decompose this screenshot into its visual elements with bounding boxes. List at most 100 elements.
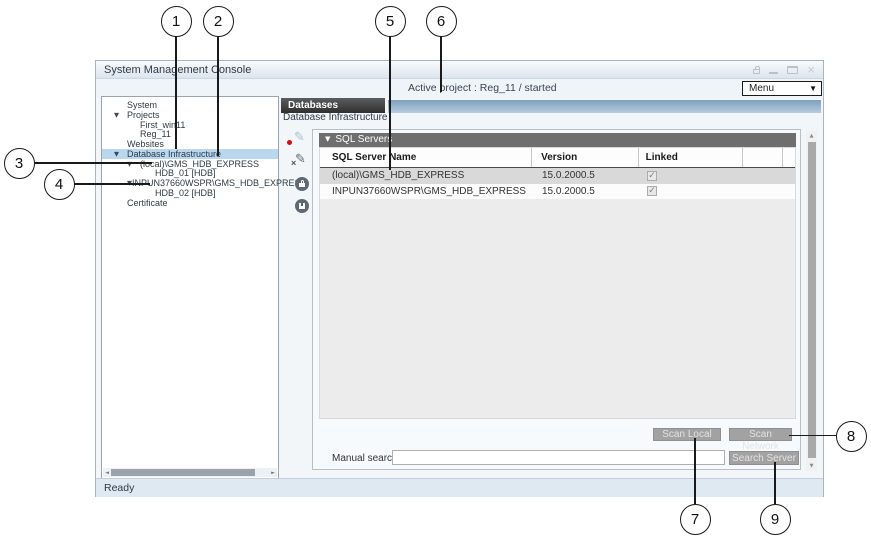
- cell-version: 15.0.2000.5: [533, 184, 640, 200]
- callout-line-6: [440, 36, 442, 92]
- column-header-name[interactable]: SQL Server Name: [320, 148, 532, 167]
- callout-1: 1: [161, 6, 192, 37]
- column-header-linked[interactable]: Linked: [639, 148, 744, 167]
- tree-item[interactable]: ▼ Database Infrastructure: [102, 149, 278, 159]
- column-header-empty: [743, 148, 783, 167]
- tree-item-label: Websites: [127, 139, 164, 149]
- tree-item[interactable]: Certificate: [102, 198, 278, 208]
- tree-item[interactable]: System: [102, 100, 278, 110]
- callout-5: 5: [375, 6, 406, 37]
- tree-item-label: INPUN37660WSPR\GMS_HDB_EXPRESS: [132, 178, 307, 188]
- cell-server-name: (local)\GMS_HDB_EXPRESS: [320, 168, 533, 184]
- tree-rows: System ▼ Projects First_win11 Reg: [102, 100, 278, 208]
- tree-item-label: (local)\GMS_HDB_EXPRESS: [140, 159, 259, 169]
- pencil-icon: ✎: [294, 130, 305, 145]
- sql-servers-table: SQL Server Name Version Linked (local)\G…: [319, 147, 796, 419]
- scan-network-button[interactable]: Scan Network: [729, 428, 792, 441]
- callout-6: 6: [426, 6, 457, 37]
- title-bar[interactable]: System Management Console ×: [96, 61, 823, 79]
- screenshot-canvas: System Management Console × Active proje…: [0, 0, 871, 547]
- maximize-button[interactable]: [787, 66, 798, 74]
- scrollbar-thumb[interactable]: [808, 142, 816, 458]
- close-button[interactable]: ×: [807, 61, 815, 79]
- navigation-tree-panel: System ▼ Projects First_win11 Reg: [101, 96, 279, 479]
- callout-line-5: [389, 36, 391, 170]
- scroll-right-icon[interactable]: ►: [269, 470, 277, 476]
- red-dot-icon: [287, 140, 292, 145]
- scrollbar-thumb[interactable]: [111, 469, 255, 476]
- active-project-label: Active project : Reg_11 / started: [408, 79, 557, 98]
- checkmark-icon: ✓: [648, 186, 656, 196]
- callout-9: 9: [760, 504, 791, 535]
- tree-item-label: Database Infrastructure: [127, 149, 221, 159]
- system-management-console-window: System Management Console × Active proje…: [95, 60, 824, 497]
- tree-item-label: Reg_11: [140, 129, 171, 139]
- table-row[interactable]: (local)\GMS_HDB_EXPRESS 15.0.2000.5 ✓: [320, 168, 795, 184]
- callout-line-2: [217, 36, 219, 156]
- tree-horizontal-scrollbar[interactable]: ◄ ►: [103, 468, 277, 477]
- tree-item[interactable]: HDB_01 [HDB]: [102, 169, 278, 179]
- minimize-button[interactable]: [769, 72, 778, 74]
- window-controls: ×: [753, 61, 815, 79]
- column-header-version[interactable]: Version: [532, 148, 639, 167]
- scroll-up-icon[interactable]: ▲: [806, 133, 817, 139]
- menu-label: Menu: [749, 82, 774, 96]
- cell-linked: ✓: [640, 184, 745, 200]
- lock-circle-icon[interactable]: [295, 177, 309, 191]
- linked-checkbox[interactable]: ✓: [647, 171, 657, 181]
- manual-search-input[interactable]: [392, 450, 725, 465]
- callout-line-3: [34, 162, 152, 164]
- callout-7: 7: [680, 504, 711, 535]
- table-header-row: SQL Server Name Version Linked: [320, 148, 795, 168]
- linked-checkbox[interactable]: ✓: [647, 186, 657, 196]
- sql-servers-groupbox: ▼ SQL Servers SQL Server Name Version Lin…: [312, 129, 801, 470]
- tree-item[interactable]: Websites: [102, 139, 278, 149]
- search-server-button[interactable]: Search Server: [729, 451, 799, 465]
- disconnect-database-icon[interactable]: ✎ ×: [293, 154, 311, 170]
- tree-expand-icon[interactable]: ▼: [114, 111, 127, 119]
- window-title: System Management Console: [104, 61, 251, 79]
- panel-subtitle: Database Infrastructure: [283, 112, 388, 123]
- callout-4: 4: [44, 169, 75, 200]
- callout-line-8: [789, 435, 836, 437]
- tree-item[interactable]: First_win11: [102, 120, 278, 130]
- save-circle-icon[interactable]: [295, 199, 309, 213]
- tree-item-label: Projects: [127, 110, 160, 120]
- manual-search-label: Manual search:: [332, 453, 400, 464]
- tree-item-label: First_win11: [140, 120, 185, 130]
- scroll-left-icon[interactable]: ◄: [103, 470, 111, 476]
- callout-line-4: [74, 183, 150, 185]
- cell-version: 15.0.2000.5: [533, 168, 640, 184]
- lock-icon: [753, 69, 760, 74]
- tab-databases[interactable]: Databases: [281, 98, 385, 113]
- scroll-down-icon[interactable]: ▼: [806, 463, 817, 469]
- status-text: Ready: [104, 479, 134, 497]
- column-header-empty: [783, 148, 795, 167]
- tree-item[interactable]: Reg_11: [102, 129, 278, 139]
- connect-database-icon[interactable]: ✎: [287, 132, 313, 148]
- tab-strip-band: [388, 100, 821, 113]
- section-title: SQL Servers: [335, 134, 392, 145]
- tree-item-label: System: [127, 100, 157, 110]
- panel-vertical-scrollbar[interactable]: ▲ ▼: [806, 131, 817, 471]
- tree-item[interactable]: HDB_02 [HDB]: [102, 188, 278, 198]
- tree-expand-icon[interactable]: ▼: [114, 150, 127, 158]
- tree-item-label: HDB_01 [HDB]: [155, 168, 216, 178]
- pencil-icon: ✎: [295, 152, 306, 167]
- section-collapse-icon[interactable]: ▼: [325, 135, 330, 143]
- cell-server-name: INPUN37660WSPR\GMS_HDB_EXPRESS: [320, 184, 533, 200]
- scan-local-button[interactable]: Scan Local: [653, 428, 721, 441]
- tree-item[interactable]: ▼ Projects: [102, 110, 278, 120]
- status-bar: Ready: [96, 478, 823, 497]
- callout-line-1: [175, 36, 177, 149]
- tree-item-label: Certificate: [127, 198, 168, 208]
- tree-item-label: HDB_02 [HDB]: [155, 188, 216, 198]
- cross-icon: ×: [291, 158, 296, 168]
- callout-8: 8: [836, 421, 867, 452]
- callout-line-9: [774, 462, 776, 504]
- callout-3: 3: [4, 148, 35, 179]
- menu-dropdown[interactable]: Menu ▼: [742, 81, 822, 96]
- checkmark-icon: ✓: [648, 171, 656, 181]
- table-row[interactable]: INPUN37660WSPR\GMS_HDB_EXPRESS 15.0.2000…: [320, 184, 795, 200]
- chevron-down-icon: ▼: [809, 82, 817, 96]
